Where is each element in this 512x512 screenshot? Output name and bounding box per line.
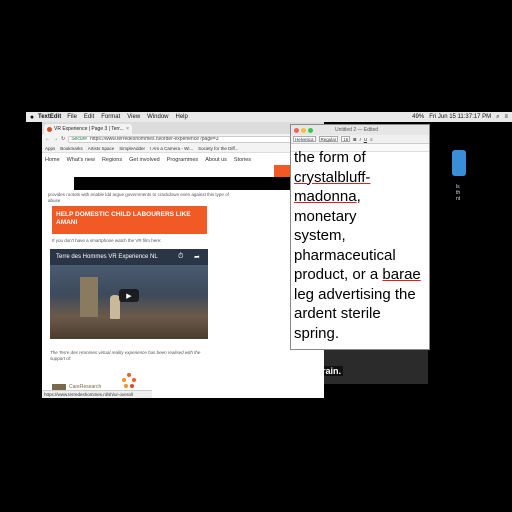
- menu-window[interactable]: Window: [147, 114, 168, 120]
- zoom-window-icon[interactable]: [308, 127, 313, 133]
- document-text[interactable]: the form of crystalbluff- madonna, monet…: [291, 147, 429, 343]
- text-line: leg advertising the: [294, 285, 416, 303]
- bookmark-camera[interactable]: I Am a Camera - Wi...: [150, 146, 193, 151]
- nav-home[interactable]: Home: [45, 157, 60, 163]
- nav-programmes[interactable]: Programmes: [167, 157, 198, 163]
- bookmark-simpleadder[interactable]: SimpleAdder: [119, 146, 145, 151]
- address-bar: ← → ↻ Secure https://www.terredeshommes.…: [42, 134, 324, 144]
- menu-status-area: 49% Fri Jun 15 11:37:17 PM ⌕ ≡: [412, 114, 512, 121]
- bookmark-bookmarks[interactable]: Bookmarks: [60, 146, 83, 151]
- desktop-folder-icon[interactable]: [452, 150, 466, 176]
- textedit-title: Untitled 2 — Edited: [335, 127, 379, 133]
- video-door-shape: [80, 277, 98, 317]
- black-overlay: [74, 177, 320, 190]
- partial-paragraph: provides rootots with enable ldd argue g…: [48, 192, 229, 203]
- support-caption: The Terre des Hommes virtual reality exp…: [50, 350, 201, 361]
- underline-icon[interactable]: U: [364, 137, 367, 142]
- sponsor-dots-logo: [122, 373, 136, 388]
- textedit-format-toolbar: Helvetica Regular 16 B I U ≡: [291, 135, 429, 144]
- font-size-select[interactable]: 16: [341, 136, 351, 142]
- secure-label: Secure: [71, 136, 88, 142]
- video-title[interactable]: Terre des Hommes VR Experience NL: [56, 254, 158, 260]
- nav-stories[interactable]: Stories: [234, 157, 251, 163]
- screen: ls th nt rain. ● TextEdit File Edit Format…: [0, 0, 512, 512]
- clock[interactable]: Fri Jun 15 11:37:17 PM: [429, 114, 491, 120]
- text-line: system,: [294, 227, 346, 244]
- misspelled-word[interactable]: crystalbluff-: [294, 169, 370, 186]
- list-icon[interactable]: ≡: [504, 114, 508, 120]
- misspelled-word[interactable]: barae: [382, 266, 420, 283]
- text-line: madonna, monetary: [294, 188, 361, 225]
- help-cta-button[interactable]: HELP DOMESTIC CHILD LABOURERS LIKE AMANI: [52, 206, 207, 234]
- smartphone-note: If you don't have a smartphone watch the…: [52, 238, 162, 243]
- menu-view[interactable]: View: [127, 114, 140, 120]
- menu-bar: ● TextEdit File Edit Format View Window …: [26, 112, 512, 122]
- bookmark-apps[interactable]: Apps: [45, 146, 55, 151]
- close-tab-icon[interactable]: ×: [126, 126, 129, 132]
- status-bar: https://www.terredeshommes.nl/sh/ur-over…: [42, 390, 152, 398]
- text-line: pharmaceutical: [294, 246, 396, 264]
- url-field[interactable]: Secure https://www.terredeshommes.nl/ord…: [68, 135, 306, 143]
- video-player[interactable]: Terre des Hommes VR Experience NL ⏱ ➦ ▶: [50, 249, 208, 339]
- nav-about-us[interactable]: About us: [205, 157, 227, 163]
- bookmark-society[interactable]: Society for the Diff...: [198, 146, 238, 151]
- search-icon[interactable]: ⌕: [496, 114, 499, 121]
- desktop-label: ls th nt: [456, 184, 461, 202]
- forward-icon[interactable]: →: [53, 136, 58, 142]
- battery-percent[interactable]: 49%: [412, 114, 424, 120]
- video-thumbnail: [50, 265, 208, 339]
- nav-get-involved[interactable]: Get involved: [129, 157, 160, 163]
- url-text: https://www.terredeshommes.nl/order-expe…: [90, 136, 219, 142]
- play-icon[interactable]: ▶: [119, 289, 139, 302]
- menu-format[interactable]: Format: [101, 114, 120, 120]
- font-family-select[interactable]: Helvetica: [293, 136, 316, 142]
- favicon-icon: [47, 126, 52, 132]
- menu-file[interactable]: File: [67, 114, 77, 120]
- watch-later-icon[interactable]: ⏱: [178, 253, 183, 261]
- browser-tab[interactable]: VR Experience | Page 3 | Terr... ×: [44, 124, 132, 134]
- bookmarks-bar: Apps Bookmarks Artists Space SimpleAdder…: [42, 144, 324, 153]
- close-window-icon[interactable]: [294, 127, 299, 133]
- menu-help[interactable]: Help: [176, 114, 188, 120]
- menu-app-name[interactable]: TextEdit: [38, 114, 61, 120]
- align-icon[interactable]: ≡: [370, 137, 373, 142]
- italic-icon[interactable]: I: [360, 137, 361, 142]
- tab-title: VR Experience | Page 3 | Terr...: [54, 126, 124, 132]
- text-line: product, or a barae: [294, 266, 421, 283]
- textedit-window: Untitled 2 — Edited Helvetica Regular 16…: [290, 124, 430, 350]
- bookmark-artists-space[interactable]: Artists Space: [88, 146, 115, 151]
- menu-edit[interactable]: Edit: [84, 114, 94, 120]
- nav-whats-new[interactable]: What's new: [67, 157, 95, 163]
- text-line: the form of: [294, 149, 366, 166]
- back-icon[interactable]: ←: [45, 136, 50, 142]
- text-line: ardent sterile spring.: [294, 305, 381, 342]
- textedit-titlebar: Untitled 2 — Edited: [291, 125, 429, 135]
- tab-bar: VR Experience | Page 3 | Terr... ×: [42, 122, 324, 134]
- apple-menu-icon[interactable]: ●: [26, 114, 38, 121]
- text-line: crystalbluff-: [294, 168, 425, 188]
- minimize-window-icon[interactable]: [301, 127, 306, 133]
- reload-icon[interactable]: ↻: [61, 136, 65, 142]
- browser-window: VR Experience | Page 3 | Terr... × ← → ↻…: [42, 122, 324, 398]
- misspelled-word[interactable]: madonna: [294, 188, 357, 205]
- share-icon[interactable]: ➦: [194, 253, 200, 261]
- font-style-select[interactable]: Regular: [318, 136, 339, 142]
- bold-icon[interactable]: B: [353, 137, 356, 142]
- nav-regions[interactable]: Regions: [102, 157, 122, 163]
